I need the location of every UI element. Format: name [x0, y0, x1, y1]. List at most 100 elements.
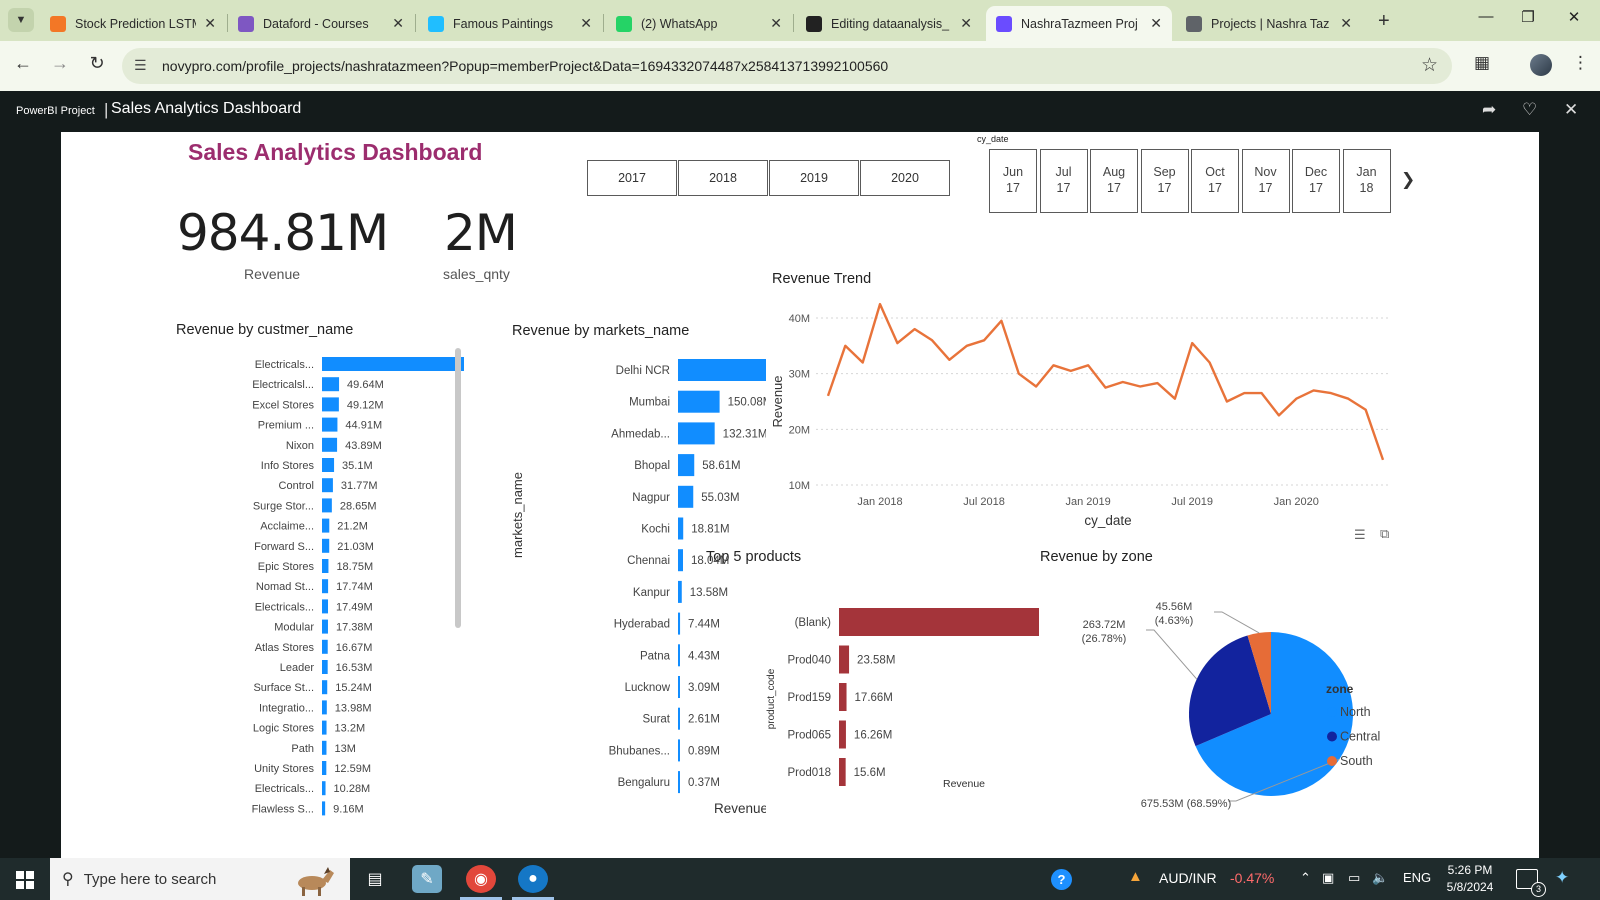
filter-icon[interactable]: ☰	[1354, 527, 1366, 543]
year-slicer-item-2018[interactable]: 2018	[678, 160, 768, 196]
bar[interactable]	[678, 676, 680, 698]
browser-tab[interactable]: (2) WhatsApp ✕	[606, 6, 792, 41]
month-slicer-item[interactable]: Sep 17	[1140, 149, 1189, 213]
bar[interactable]	[322, 619, 328, 634]
bar[interactable]	[322, 639, 328, 654]
month-slicer-item[interactable]: Jul 17	[1039, 149, 1088, 213]
top-products-chart[interactable]: (Blank)468.96MProd04023.58MProd15917.66M…	[701, 574, 1041, 804]
bar[interactable]	[322, 680, 328, 695]
browser-menu-button[interactable]: ⋮	[1572, 53, 1589, 73]
browser-tab[interactable]: Dataford - Courses ✕	[228, 6, 414, 41]
forward-button[interactable]: →	[47, 53, 73, 74]
taskbar-search-box[interactable]: ⚲ Type here to search	[50, 858, 350, 900]
bar[interactable]	[678, 549, 684, 572]
year-slicer-item-2020[interactable]: 2020	[860, 160, 950, 196]
close-popup-icon[interactable]: ✕	[1564, 100, 1578, 120]
bar[interactable]	[322, 498, 332, 513]
bar[interactable]	[839, 608, 1039, 636]
bar[interactable]	[678, 454, 695, 477]
back-button[interactable]: ←	[10, 53, 36, 74]
bar[interactable]	[322, 599, 329, 614]
new-tab-button[interactable]: +	[1378, 10, 1390, 33]
bar[interactable]	[322, 437, 338, 452]
bar[interactable]	[839, 720, 846, 749]
year-slicer-item-2017[interactable]: 2017	[587, 160, 677, 196]
month-slicer-item[interactable]: Nov 17	[1241, 149, 1290, 213]
battery-icon[interactable]: ▭	[1348, 870, 1360, 886]
bar[interactable]	[839, 683, 847, 711]
browser-tab[interactable]: Famous Paintings ✕	[418, 6, 602, 41]
year-slicer-item-2019[interactable]: 2019	[769, 160, 859, 196]
site-settings-icon[interactable]: ☰	[134, 57, 147, 74]
tab-close-icon[interactable]: ✕	[770, 15, 782, 32]
legend-item-north[interactable]: North	[1340, 705, 1371, 719]
revenue-trend-line[interactable]	[826, 302, 1385, 461]
bar[interactable]	[322, 518, 330, 533]
bar[interactable]	[322, 538, 330, 553]
reload-button[interactable]: ↻	[84, 53, 110, 74]
month-slicer-item[interactable]: Jun 17	[989, 149, 1037, 213]
bar[interactable]	[322, 740, 327, 755]
network-icon[interactable]: ▣	[1322, 870, 1334, 886]
customer-revenue-chart[interactable]: Electricals...413.33MElectricalsl...49.6…	[171, 346, 471, 816]
minimize-button[interactable]: —	[1466, 8, 1506, 25]
revenue-trend-chart[interactable]: 10M 20M 30M 40M Jan 2018 Jul 2018 Jan 2019 Jul …	[766, 300, 1406, 530]
month-slicer-item[interactable]: Dec 17	[1292, 149, 1340, 213]
bar[interactable]	[678, 580, 682, 603]
bar[interactable]	[322, 660, 328, 674]
bar[interactable]	[322, 377, 340, 392]
bar[interactable]	[322, 417, 338, 432]
bar[interactable]	[322, 801, 326, 816]
bar[interactable]	[322, 700, 327, 715]
bar[interactable]	[322, 720, 327, 735]
bar[interactable]	[322, 357, 464, 371]
bar[interactable]	[322, 397, 339, 412]
taskbar-app-chrome[interactable]: ◉	[460, 865, 502, 900]
windows-start-button[interactable]	[16, 871, 34, 889]
language-indicator[interactable]: ENG	[1403, 870, 1431, 885]
close-window-button[interactable]: ✕	[1554, 8, 1594, 26]
restore-button[interactable]: ❐	[1508, 8, 1548, 26]
bar[interactable]	[322, 579, 329, 594]
browser-tab[interactable]: Stock Prediction LSTM ✕	[40, 6, 226, 41]
show-hidden-icons[interactable]: ⌃	[1300, 870, 1311, 886]
bookmark-star-icon[interactable]: ☆	[1421, 54, 1438, 77]
focus-mode-icon[interactable]: ⧉	[1380, 526, 1389, 542]
month-slicer-item[interactable]: Oct 17	[1191, 149, 1239, 213]
bar[interactable]	[678, 359, 766, 381]
task-view-button[interactable]: ▤	[360, 865, 390, 893]
bar[interactable]	[322, 478, 333, 493]
bar[interactable]	[678, 644, 680, 667]
tab-close-icon[interactable]: ✕	[392, 15, 404, 32]
help-icon[interactable]: ?	[1051, 869, 1072, 890]
tab-close-icon[interactable]: ✕	[1150, 15, 1162, 32]
slicer-next-button[interactable]: ❯	[1401, 170, 1415, 190]
zone-revenue-chart[interactable]: 675.53M (68.59%) 263.72M (26.78%) 45.56M (4.…	[1036, 572, 1426, 822]
copilot-icon[interactable]: ✦	[1555, 868, 1569, 888]
browser-tab[interactable]: Editing dataanalysis_ ✕	[796, 6, 982, 41]
bar[interactable]	[678, 485, 694, 508]
share-icon[interactable]: ➦	[1482, 100, 1496, 120]
bar[interactable]	[678, 739, 680, 762]
tab-search-menu-button[interactable]: ▼	[8, 8, 34, 32]
bar[interactable]	[678, 707, 680, 730]
heart-icon[interactable]: ♡	[1522, 100, 1537, 120]
bar[interactable]	[322, 781, 326, 796]
tab-close-icon[interactable]: ✕	[204, 15, 216, 32]
browser-tab[interactable]: Projects | Nashra Taz ✕	[1176, 6, 1362, 41]
tab-close-icon[interactable]: ✕	[1340, 15, 1352, 32]
browser-tab[interactable]: NashraTazmeen Proj ✕	[986, 6, 1172, 41]
tab-close-icon[interactable]: ✕	[580, 15, 592, 32]
url-text[interactable]: novypro.com/profile_projects/nashratazme…	[162, 58, 888, 74]
currency-pair[interactable]: AUD/INR	[1159, 870, 1217, 886]
profile-avatar[interactable]	[1530, 54, 1552, 76]
legend-item-central[interactable]: Central	[1340, 730, 1380, 744]
tab-close-icon[interactable]: ✕	[960, 15, 972, 32]
bar[interactable]	[678, 771, 680, 794]
bar[interactable]	[322, 458, 335, 472]
address-bar[interactable]: ☰ novypro.com/profile_projects/nashrataz…	[122, 48, 1452, 84]
extensions-button[interactable]: ▦	[1474, 53, 1490, 73]
volume-icon[interactable]: 🔈	[1372, 870, 1388, 886]
bar[interactable]	[678, 517, 684, 540]
bar[interactable]	[678, 422, 715, 445]
